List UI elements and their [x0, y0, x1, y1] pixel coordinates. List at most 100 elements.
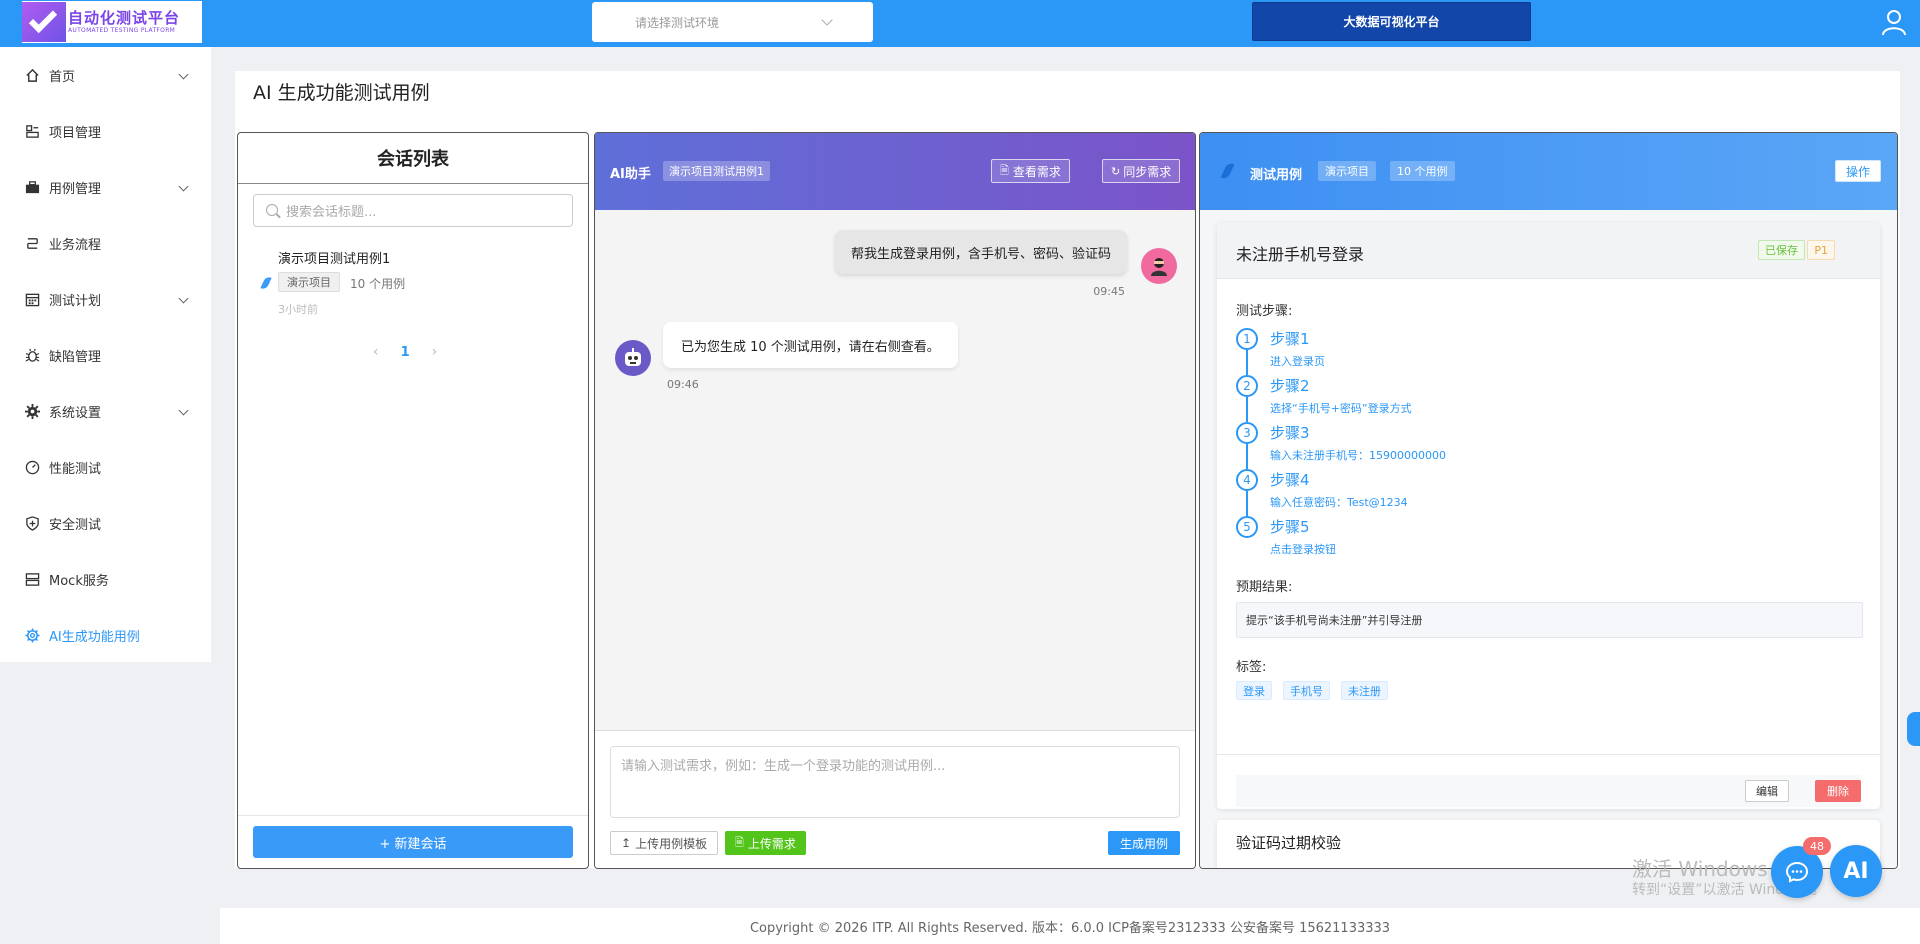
chevron-down-icon: [821, 14, 833, 26]
step-description: 输入任意密码：Test@1234: [1270, 496, 1408, 509]
session-case-count: 10 个用例: [350, 277, 406, 291]
chat-messages: 帮我生成登录用例，含手机号、密码、验证码 09:45 已为您生成 10 个测试用…: [595, 210, 1195, 730]
step-connector: [1246, 444, 1248, 469]
sidebar-item-label: 缺陷管理: [49, 349, 102, 365]
message-time: 09:45: [1093, 285, 1125, 298]
sidebar-item-defects[interactable]: 缺陷管理: [0, 327, 211, 383]
message-time: 09:46: [667, 378, 699, 391]
upload-template-label: 上传用例模板: [635, 836, 708, 851]
edit-button[interactable]: 编辑: [1745, 780, 1789, 802]
page-footer: Copyright © 2026 ITP. All Rights Reserve…: [220, 908, 1920, 944]
operations-button[interactable]: 操作: [1834, 160, 1881, 182]
search-icon: [266, 204, 278, 216]
next-page-button[interactable]: ›: [432, 344, 438, 360]
testcase-project-tag: 演示项目: [1318, 161, 1376, 181]
upload-template-button[interactable]: ↥ 上传用例模板: [610, 831, 719, 855]
sidebar-item-flow[interactable]: 业务流程: [0, 215, 211, 271]
activation-watermark: 激活 Windows: [1632, 857, 1768, 881]
app-logo[interactable]: 自动化测试平台 AUTOMATED TESTING PLATFORM: [22, 1, 202, 43]
sidebar-item-plans[interactable]: 测试计划: [0, 271, 211, 327]
sidebar-item-mock[interactable]: Mock服务: [0, 551, 211, 607]
shield-icon: [24, 515, 40, 531]
logo-subtitle: AUTOMATED TESTING PLATFORM: [68, 27, 176, 34]
session-panel: 会话列表 搜索会话标题... 演示项目测试用例1 演示项目 10 个用例 3小时…: [237, 132, 589, 869]
chevron-down-icon: [178, 405, 189, 416]
chat-header: AI助手 演示项目测试用例1 🗎 查看需求 ↻ 同步需求: [595, 133, 1195, 210]
sidebar-item-performance[interactable]: 性能测试: [0, 439, 211, 495]
priority-badge: P1: [1807, 240, 1835, 260]
chevron-down-icon: [178, 293, 189, 304]
upload-icon: ↥: [621, 836, 632, 850]
testcase-header: 测试用例 演示项目 10 个用例 操作: [1200, 133, 1897, 210]
step-number: 1: [1236, 328, 1258, 350]
testcase-card-title: 未注册手机号登录: [1236, 245, 1365, 264]
bug-icon: [24, 347, 40, 363]
view-requirement-button[interactable]: 🗎 查看需求: [991, 159, 1070, 183]
briefcase-icon: [24, 179, 40, 195]
session-search-placeholder: 搜索会话标题...: [286, 205, 377, 220]
test-step: 1 步骤1 进入登录页: [1236, 328, 1636, 375]
flow-icon: [24, 235, 40, 251]
refresh-icon: ↻: [1111, 164, 1121, 178]
sidebar-item-label: 测试计划: [49, 293, 102, 309]
upload-requirement-button[interactable]: 🗎 上传需求: [725, 831, 806, 855]
step-name: 步骤1: [1270, 330, 1310, 348]
chevron-down-icon: [178, 69, 189, 80]
session-time: 3小时前: [278, 303, 318, 316]
testcase-card-footer: 编辑 删除: [1217, 754, 1880, 809]
step-connector: [1246, 350, 1248, 375]
testcase-card-title: 验证码过期校验: [1236, 834, 1342, 852]
test-step: 5 步骤5 点击登录按钮: [1236, 516, 1636, 563]
step-number: 4: [1236, 469, 1258, 491]
generate-cases-button[interactable]: 生成用例: [1107, 831, 1180, 855]
document-icon: 🗎: [1000, 163, 1009, 177]
environment-select[interactable]: 请选择测试环境: [592, 2, 873, 42]
ai-gear-icon: [24, 627, 40, 643]
case-tag: 未注册: [1341, 681, 1388, 700]
sidebar-item-label: Mock服务: [49, 573, 109, 589]
chat-title: AI助手: [610, 167, 651, 182]
sidebar-item-cases[interactable]: 用例管理: [0, 159, 211, 215]
step-connector: [1246, 397, 1248, 422]
requirement-input[interactable]: 请输入测试需求，例如：生成一个登录功能的测试用例...: [610, 746, 1180, 818]
bigdata-platform-button[interactable]: 大数据可视化平台: [1252, 2, 1531, 41]
sidebar: 首页 项目管理 用例管理 业务流程 测试计划 缺陷管理 系统设置 性能测试 安全…: [0, 47, 211, 662]
testcase-panel: 测试用例 演示项目 10 个用例 操作 未注册手机号登录 已保存 P1 测试步骤…: [1199, 132, 1898, 869]
sync-requirement-label: 同步需求: [1123, 164, 1172, 179]
testcase-count-tag: 10 个用例: [1390, 161, 1455, 181]
gear-icon: [24, 403, 40, 419]
sidebar-item-ai-cases[interactable]: AI生成功能用例: [0, 607, 211, 663]
test-step: 4 步骤4 输入任意密码：Test@1234: [1236, 469, 1636, 516]
prev-page-button[interactable]: ‹: [373, 344, 379, 360]
gauge-icon: [24, 459, 40, 475]
environment-select-placeholder: 请选择测试环境: [635, 15, 720, 30]
session-search-input[interactable]: 搜索会话标题...: [253, 194, 573, 227]
server-icon: [24, 571, 40, 587]
new-session-button[interactable]: + 新建会话: [253, 826, 573, 858]
sync-requirement-button[interactable]: ↻ 同步需求: [1102, 159, 1181, 183]
upload-requirement-label: 上传需求: [747, 836, 796, 851]
delete-button[interactable]: 删除: [1815, 780, 1861, 802]
expected-label: 预期结果:: [1236, 580, 1293, 595]
steps-label: 测试步骤:: [1236, 304, 1293, 319]
page-number[interactable]: 1: [401, 345, 410, 360]
sidebar-item-settings[interactable]: 系统设置: [0, 383, 211, 439]
user-icon[interactable]: [1880, 8, 1908, 36]
ai-assistant-button[interactable]: AI: [1830, 845, 1882, 897]
step-description: 点击登录按钮: [1270, 543, 1336, 556]
sidebar-item-label: 性能测试: [49, 461, 102, 477]
session-title: 演示项目测试用例1: [278, 252, 391, 267]
sidebar-item-projects[interactable]: 项目管理: [0, 103, 211, 159]
top-bar: 自动化测试平台 AUTOMATED TESTING PLATFORM 请选择测试…: [0, 0, 1920, 47]
sidebar-item-label: 安全测试: [49, 517, 102, 533]
sidebar-item-label: 首页: [49, 69, 76, 85]
feather-icon: [260, 275, 272, 291]
pagination: ‹ 1 ›: [373, 344, 437, 360]
edge-drawer-tab[interactable]: [1907, 712, 1920, 746]
feather-icon: [1220, 161, 1235, 181]
bot-avatar: [615, 340, 651, 376]
saved-badge: 已保存: [1758, 240, 1805, 260]
sidebar-item-home[interactable]: 首页: [0, 47, 211, 103]
sidebar-item-security[interactable]: 安全测试: [0, 495, 211, 551]
sidebar-item-label: 用例管理: [49, 181, 102, 197]
